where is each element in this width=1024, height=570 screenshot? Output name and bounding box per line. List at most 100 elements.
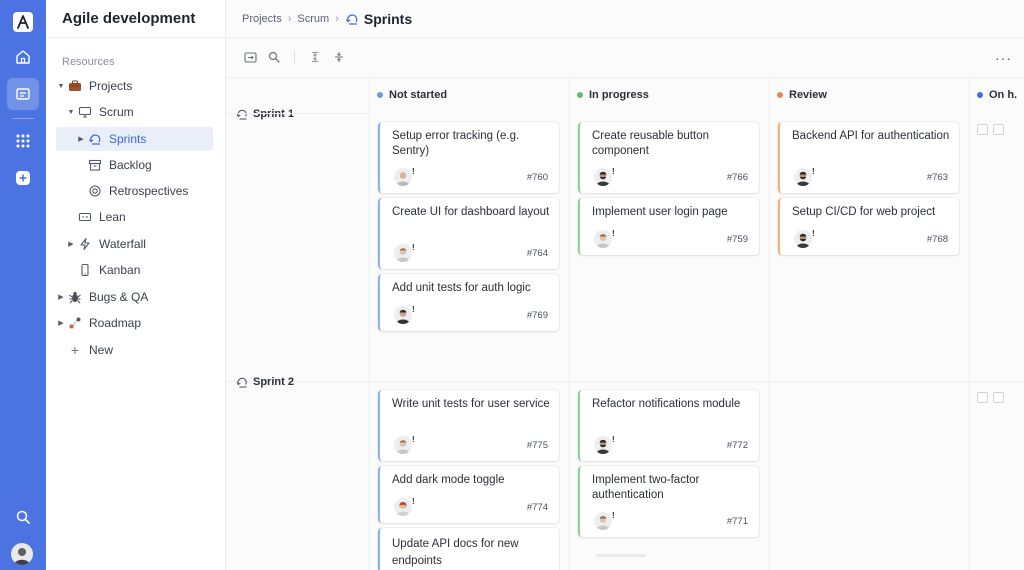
card-title: Create UI for dashboard layout — [392, 206, 550, 218]
sidebar-item-label: Lean — [99, 210, 126, 224]
caret-right-icon[interactable]: ▶ — [56, 319, 66, 327]
assignee-avatar[interactable] — [394, 168, 412, 186]
task-card[interactable]: Setup CI/CD for web project ! #768 — [778, 198, 959, 255]
sidebar-item-new[interactable]: + New — [56, 338, 213, 362]
expand-rows-icon[interactable] — [307, 49, 323, 65]
task-card[interactable]: Write unit tests for user service ! #775 — [378, 390, 559, 461]
flag-mark: ! — [612, 167, 615, 176]
more-options-icon[interactable]: ··· — [995, 50, 1012, 66]
sidebar-item-sprints[interactable]: ▶ Sprints — [56, 127, 213, 151]
search-icon[interactable] — [7, 501, 39, 533]
breadcrumb-projects[interactable]: Projects — [242, 13, 282, 25]
sprint-1-label[interactable]: Sprint 1 — [236, 108, 294, 120]
sidebar-item-label: New — [89, 343, 114, 357]
expand-icon[interactable] — [242, 49, 258, 65]
task-card[interactable]: Setup error tracking (e.g. Sentry) ! #76… — [378, 122, 559, 193]
column-header-label: Not started — [389, 89, 448, 101]
sidebar-item-roadmap[interactable]: ▶ Roadmap — [56, 311, 213, 335]
assignee-avatar[interactable] — [794, 230, 812, 248]
sprint-2-label[interactable]: Sprint 2 — [236, 376, 294, 388]
column-divider — [369, 77, 370, 570]
horizontal-scrollbar[interactable] — [596, 554, 646, 557]
sidebar-item-bugs-qa[interactable]: ▶ Bugs & QA — [56, 285, 213, 309]
assignee-avatar[interactable] — [594, 512, 612, 530]
assignee-avatar[interactable] — [594, 436, 612, 454]
task-card[interactable]: Create reusable button component ! #766 — [578, 122, 759, 193]
task-card[interactable]: Add dark mode toggle ! #774 — [378, 466, 559, 523]
sidebar-item-kanban[interactable]: Kanban — [76, 258, 213, 282]
card-id: #766 — [726, 172, 748, 183]
sidebar-item-label: Projects — [89, 79, 133, 93]
status-dot — [577, 92, 583, 98]
board-icon[interactable] — [7, 78, 39, 110]
task-card[interactable]: Backend API for authentication ! #763 — [778, 122, 959, 193]
sprint-title: Sprint 1 — [253, 108, 294, 120]
card-title: Add dark mode toggle — [392, 474, 505, 486]
flag-mark: ! — [812, 167, 815, 176]
sprint-divider — [226, 113, 369, 114]
task-card[interactable]: Update API docs for new endpoints — [378, 528, 559, 570]
caret-right-icon[interactable]: ▶ — [56, 293, 66, 301]
assignee-avatar[interactable] — [594, 230, 612, 248]
status-dot — [977, 92, 983, 98]
card-id: #775 — [526, 440, 548, 451]
flag-mark: ! — [412, 435, 415, 444]
card-title: Refactor notifications module — [592, 398, 741, 410]
assignee-avatar[interactable] — [394, 244, 412, 262]
sidebar-item-retrospectives[interactable]: Retrospectives — [86, 179, 213, 203]
on-hold-checkbox[interactable] — [993, 392, 1004, 403]
caret-right-icon[interactable]: ▶ — [66, 240, 76, 248]
column-header-in-progress[interactable]: In progress — [577, 89, 649, 101]
assignee-avatar[interactable] — [394, 306, 412, 324]
caret-right-icon[interactable]: ▶ — [76, 135, 86, 143]
on-hold-checkbox[interactable] — [977, 392, 988, 403]
sidebar-item-waterfall[interactable]: ▶ Waterfall — [66, 232, 213, 256]
task-card[interactable]: Create UI for dashboard layout ! #764 — [378, 198, 559, 269]
sprint-icon — [236, 109, 247, 120]
column-divider — [769, 77, 770, 570]
collapse-rows-icon[interactable] — [331, 49, 347, 65]
task-card[interactable]: Implement user login page ! #759 — [578, 198, 759, 255]
sidebar: Agile development Resources ▼ Projects ▼… — [46, 0, 226, 570]
breadcrumb: Projects › Scrum › Sprints — [242, 0, 412, 37]
column-header-on-hold[interactable]: On h. — [977, 89, 1017, 101]
sidebar-item-projects[interactable]: ▼ Projects — [56, 74, 213, 98]
task-card[interactable]: Add unit tests for auth logic ! #769 — [378, 274, 559, 331]
sidebar-item-lean[interactable]: Lean — [76, 205, 213, 229]
assignee-avatar[interactable] — [394, 498, 412, 516]
board-toolbar — [242, 49, 347, 65]
sidebar-item-label: Roadmap — [89, 316, 142, 330]
sidebar-item-label: Waterfall — [99, 237, 146, 251]
chevron-right-icon: › — [335, 12, 339, 25]
column-header-not-started[interactable]: Not started — [377, 89, 447, 101]
apps-grid-icon[interactable] — [7, 125, 39, 157]
card-title: Write unit tests for user service — [392, 398, 550, 410]
flag-mark: ! — [612, 511, 615, 520]
header-divider — [226, 37, 1024, 38]
column-header-review[interactable]: Review — [777, 89, 827, 101]
user-avatar[interactable] — [11, 543, 33, 565]
breadcrumb-scrum[interactable]: Scrum — [297, 13, 329, 25]
on-hold-checkbox[interactable] — [977, 124, 988, 135]
sidebar-item-backlog[interactable]: Backlog — [86, 153, 213, 177]
resources-section-label: Resources — [62, 56, 115, 68]
on-hold-checkbox[interactable] — [993, 124, 1004, 135]
sprint-icon — [86, 130, 104, 148]
add-icon[interactable] — [7, 162, 39, 194]
card-title: Setup error tracking (e.g. Sentry) — [392, 130, 520, 157]
assignee-avatar[interactable] — [394, 436, 412, 454]
card-id: #771 — [726, 516, 748, 527]
task-card[interactable]: Implement two-factor authentication ! #7… — [578, 466, 759, 537]
search-icon[interactable] — [266, 49, 282, 65]
bolt-icon — [76, 235, 94, 253]
caret-down-icon[interactable]: ▼ — [56, 83, 66, 90]
caret-down-icon[interactable]: ▼ — [66, 109, 76, 116]
card-title: Implement two-factor authentication — [592, 474, 700, 501]
task-card[interactable]: Refactor notifications module ! #772 — [578, 390, 759, 461]
home-icon[interactable] — [7, 41, 39, 73]
flag-mark: ! — [412, 305, 415, 314]
logo-icon[interactable] — [7, 6, 39, 38]
assignee-avatar[interactable] — [594, 168, 612, 186]
assignee-avatar[interactable] — [794, 168, 812, 186]
sidebar-item-scrum[interactable]: ▼ Scrum — [66, 100, 213, 124]
